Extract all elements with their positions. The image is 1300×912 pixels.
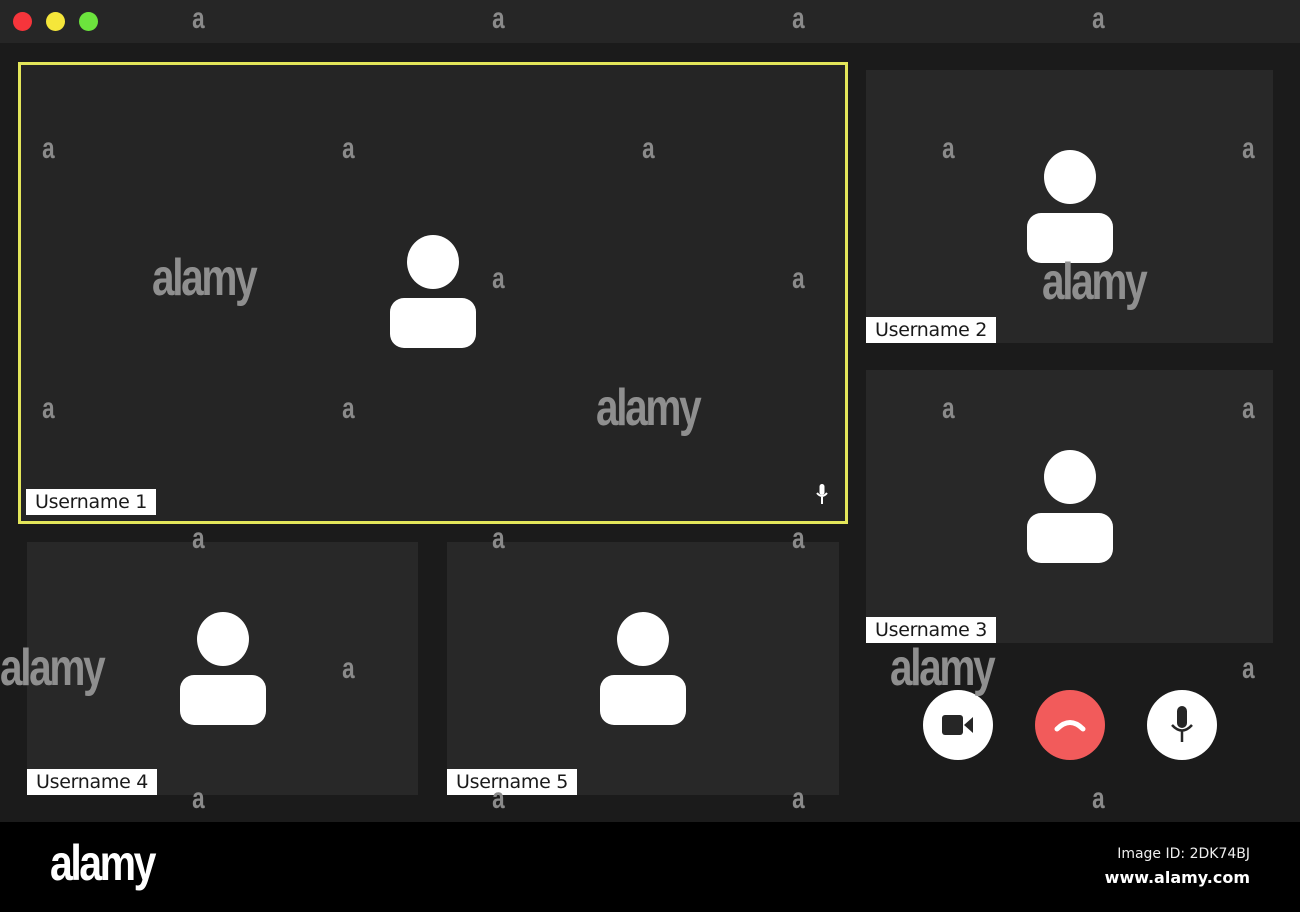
participant-tile-1[interactable]: Username 1: [18, 62, 848, 524]
end-call-button[interactable]: [1035, 690, 1105, 760]
participant-tile-4[interactable]: Username 4: [27, 542, 418, 795]
avatar-placeholder-icon: [600, 612, 686, 726]
avatar-placeholder-icon: [1027, 150, 1113, 264]
participant-tile-2[interactable]: Username 2: [866, 70, 1273, 343]
participant-name-label: Username 1: [26, 489, 156, 515]
avatar-placeholder-icon: [1027, 450, 1113, 564]
participant-tile-3[interactable]: Username 3: [866, 370, 1273, 643]
microphone-icon: [816, 484, 828, 504]
website-link[interactable]: www.alamy.com: [1105, 868, 1250, 887]
participant-tile-5[interactable]: Username 5: [447, 542, 839, 795]
title-bar: [0, 0, 1300, 43]
video-toggle-button[interactable]: [923, 690, 993, 760]
avatar-placeholder-icon: [390, 235, 476, 349]
watermark-letter: a: [1242, 652, 1255, 685]
mute-toggle-button[interactable]: [1147, 690, 1217, 760]
phone-hangup-icon: [1054, 720, 1086, 732]
video-call-window: Username 1 Username 2 Username 3 Usernam…: [0, 0, 1300, 822]
participant-name-label: Username 4: [27, 769, 157, 795]
watermark-letter: a: [1092, 782, 1105, 815]
stock-footer: alamy Image ID: 2DK74BJ www.alamy.com: [0, 822, 1300, 912]
avatar-placeholder-icon: [180, 612, 266, 726]
image-id-label: Image ID: 2DK74BJ: [1117, 846, 1250, 862]
participant-name-label: Username 2: [866, 317, 996, 343]
participant-name-label: Username 3: [866, 617, 996, 643]
watermark-text: alamy: [890, 639, 996, 697]
maximize-window-button[interactable]: [79, 12, 98, 31]
minimize-window-button[interactable]: [46, 12, 65, 31]
video-camera-icon: [942, 715, 973, 735]
participant-name-label: Username 5: [447, 769, 577, 795]
microphone-icon: [1171, 706, 1193, 742]
alamy-logo: alamy: [50, 835, 156, 891]
close-window-button[interactable]: [13, 12, 32, 31]
